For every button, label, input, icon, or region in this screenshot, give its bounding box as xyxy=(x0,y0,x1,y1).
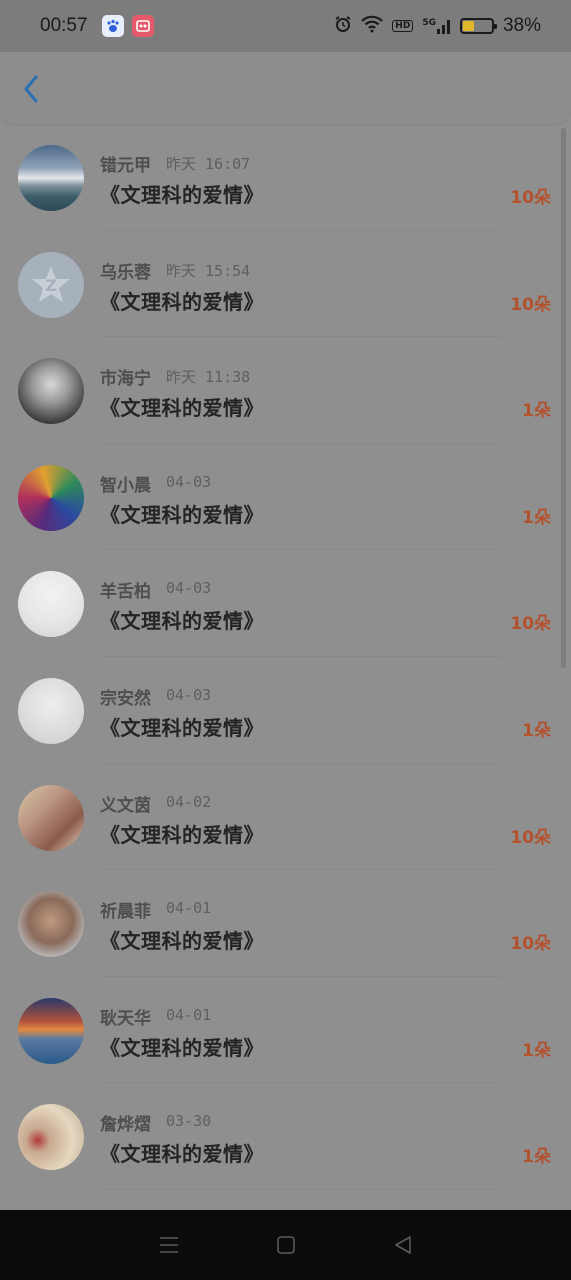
battery-fill xyxy=(462,21,474,31)
back-triangle-icon xyxy=(394,1236,411,1254)
nav-back-button[interactable] xyxy=(383,1225,423,1265)
timestamp: 04-03 xyxy=(166,472,212,491)
svg-text:Z: Z xyxy=(45,276,57,295)
avatar[interactable] xyxy=(18,891,84,958)
status-time: 00:57 xyxy=(40,15,88,36)
flower-count: 10朵 xyxy=(510,934,551,955)
timestamp: 04-02 xyxy=(166,792,212,811)
menu-icon xyxy=(159,1237,178,1253)
timestamp: 04-01 xyxy=(166,899,212,918)
list-item[interactable]: 羊舌柏 04-03 《文理科的爱情》 10朵 xyxy=(0,550,571,657)
list-item[interactable]: 詹烨熠 03-30 《文理科的爱情》 1朵 xyxy=(0,1083,571,1190)
avatar[interactable] xyxy=(18,571,84,638)
list-item[interactable]: 错元甲 昨天 16:07 《文理科的爱情》 10朵 xyxy=(0,124,571,231)
user-name: 乌乐蓉 xyxy=(100,262,151,283)
user-name: 耿天华 xyxy=(100,1008,151,1029)
avatar[interactable] xyxy=(18,1104,84,1171)
flower-count: 1朵 xyxy=(522,401,551,422)
book-title: 《文理科的爱情》 xyxy=(100,609,264,634)
home-square-icon xyxy=(276,1236,295,1254)
default-avatar-icon: Z xyxy=(32,265,70,302)
flower-count: 1朵 xyxy=(522,1040,551,1061)
book-title: 《文理科的爱情》 xyxy=(100,502,264,527)
flower-count: 1朵 xyxy=(522,507,551,528)
home-button[interactable] xyxy=(266,1225,306,1265)
timestamp: 03-30 xyxy=(166,1112,212,1131)
user-name: 义文茵 xyxy=(100,795,151,816)
book-title: 《文理科的爱情》 xyxy=(100,183,264,207)
avatar[interactable] xyxy=(18,677,84,744)
book-title: 《文理科的爱情》 xyxy=(100,1142,264,1167)
scrollbar[interactable] xyxy=(561,128,566,668)
timestamp: 昨天 16:07 xyxy=(166,155,251,173)
user-name: 智小晨 xyxy=(100,475,151,496)
status-indicators: HD 5G 38% xyxy=(334,15,541,37)
menu-button[interactable] xyxy=(149,1225,189,1265)
list-item[interactable]: Z 乌乐蓉 昨天 15:54 《文理科的爱情》 10朵 xyxy=(0,231,571,338)
timestamp: 04-03 xyxy=(166,685,212,704)
book-title: 《文理科的爱情》 xyxy=(100,1035,264,1060)
wifi-icon xyxy=(361,15,384,37)
back-button[interactable] xyxy=(16,74,46,104)
user-name: 宗安然 xyxy=(100,688,151,709)
list-item[interactable]: 智小晨 04-03 《文理科的爱情》 1朵 xyxy=(0,444,571,551)
book-title: 《文理科的爱情》 xyxy=(100,289,264,314)
network-label: 5G xyxy=(422,18,436,28)
flower-count: 1朵 xyxy=(522,720,551,741)
flower-count: 10朵 xyxy=(510,614,551,635)
timestamp: 04-03 xyxy=(166,579,212,598)
avatar[interactable] xyxy=(18,464,84,531)
timestamp: 昨天 11:38 xyxy=(166,368,251,387)
book-title: 《文理科的爱情》 xyxy=(100,929,264,954)
timestamp: 04-01 xyxy=(166,1005,212,1024)
alarm-icon xyxy=(334,15,352,37)
gift-record-list: 错元甲 昨天 16:07 《文理科的爱情》 10朵 Z 乌乐蓉 昨天 15:54 《文理科的爱… xyxy=(0,124,571,1210)
avatar[interactable] xyxy=(18,784,84,851)
list-item[interactable]: 祈晨菲 04-01 《文理科的爱情》 10朵 xyxy=(0,870,571,977)
list-item[interactable]: 市海宁 昨天 11:38 《文理科的爱情》 1朵 xyxy=(0,337,571,444)
status-bar: 00:57 HD 5G 38% xyxy=(0,0,571,52)
header xyxy=(0,52,571,124)
avatar[interactable] xyxy=(18,997,84,1064)
flower-count: 10朵 xyxy=(510,294,551,315)
list-item[interactable]: 宗安然 04-03 《文理科的爱情》 1朵 xyxy=(0,657,571,764)
avatar[interactable]: Z xyxy=(18,251,84,318)
book-title: 《文理科的爱情》 xyxy=(100,822,264,847)
avatar[interactable] xyxy=(18,145,84,211)
list-item[interactable]: 义文茵 04-02 《文理科的爱情》 10朵 xyxy=(0,764,571,871)
battery-icon xyxy=(459,18,497,34)
signal-icon: 5G xyxy=(422,18,451,34)
flower-count: 1朵 xyxy=(522,1147,551,1168)
book-title: 《文理科的爱情》 xyxy=(100,396,264,421)
video-app-icon xyxy=(131,15,154,37)
chevron-left-icon xyxy=(24,75,38,103)
battery-percent: 38% xyxy=(502,15,541,36)
user-name: 错元甲 xyxy=(100,156,151,176)
flower-count: 10朵 xyxy=(510,188,551,208)
divider xyxy=(100,1188,501,1190)
user-name: 羊舌柏 xyxy=(100,582,151,603)
user-name: 市海宁 xyxy=(100,369,151,390)
system-nav-bar xyxy=(0,1210,571,1280)
user-name: 祈晨菲 xyxy=(100,902,151,923)
book-title: 《文理科的爱情》 xyxy=(100,715,264,740)
baidu-app-icon xyxy=(101,15,124,37)
list-item[interactable]: 耿天华 04-01 《文理科的爱情》 1朵 xyxy=(0,977,571,1084)
timestamp: 昨天 15:54 xyxy=(166,261,251,280)
user-name: 詹烨熠 xyxy=(100,1115,151,1136)
flower-count: 10朵 xyxy=(510,827,551,848)
avatar[interactable] xyxy=(18,358,84,425)
hd-icon: HD xyxy=(392,20,414,32)
